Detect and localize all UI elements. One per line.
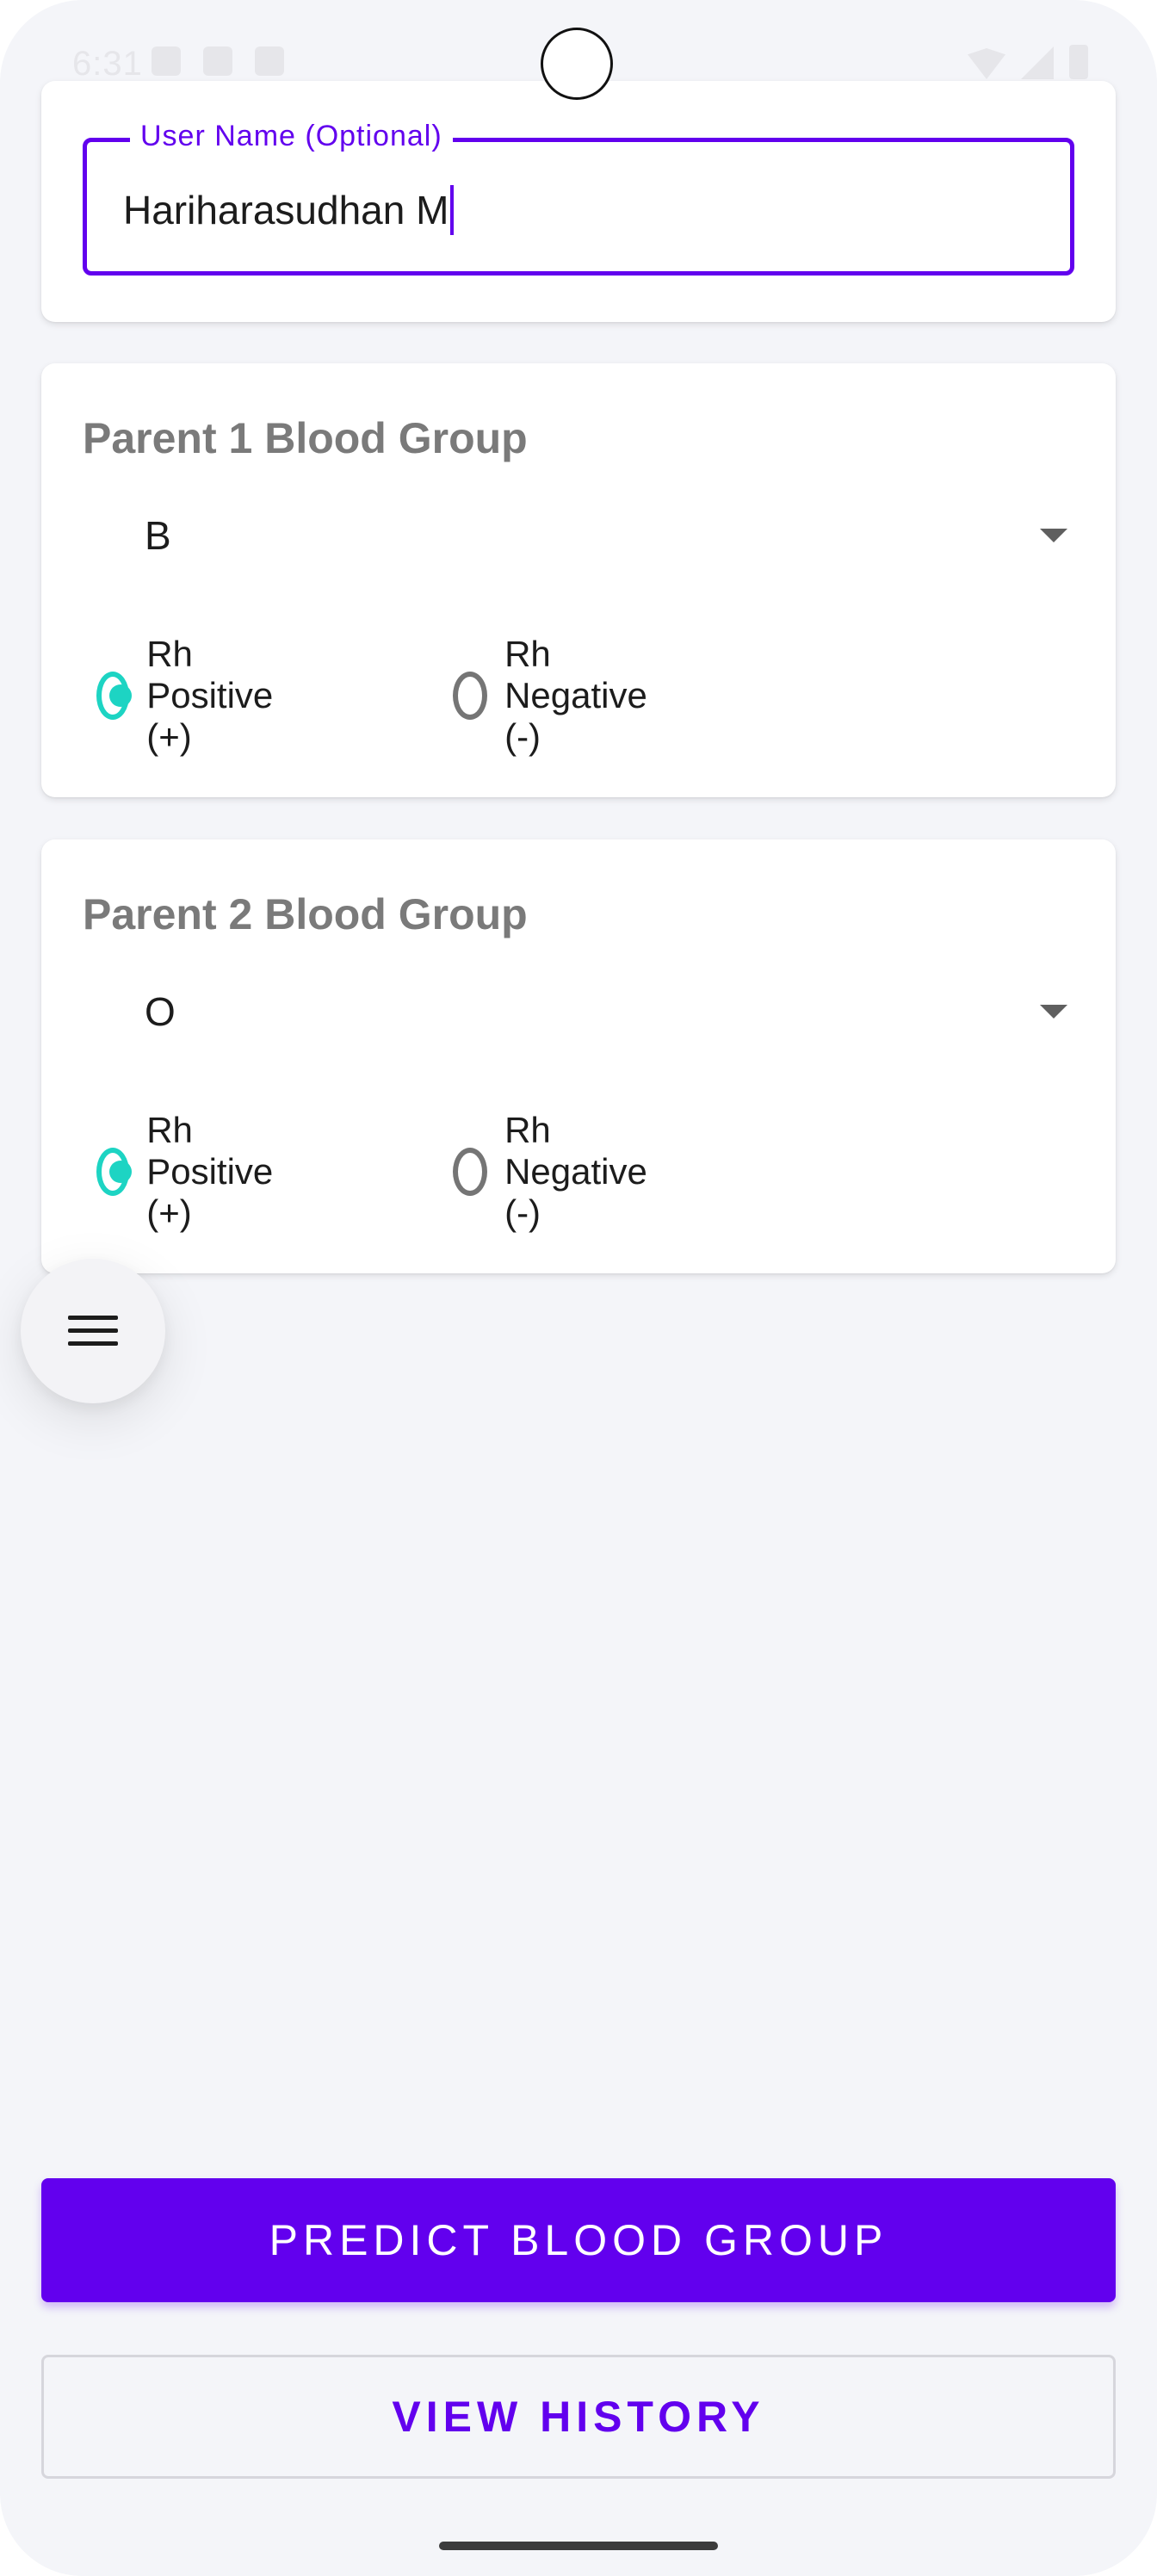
parent2-blood-group-value: O	[145, 989, 176, 1034]
menu-fab-button[interactable]	[21, 1259, 165, 1403]
camera-cutout	[541, 28, 613, 100]
parent1-blood-group-dropdown[interactable]: B	[83, 492, 1074, 579]
sd-card-icon	[255, 46, 284, 76]
parent2-card: Parent 2 Blood Group O Rh Positive (+) R…	[41, 839, 1116, 1273]
app-screen: 6:31 User Name (Optional) Hariharasudhan…	[0, 0, 1157, 2576]
home-indicator[interactable]	[439, 2542, 718, 2550]
radio-unchecked-icon[interactable]	[453, 1148, 488, 1196]
radio-checked-icon[interactable]	[96, 1148, 133, 1196]
user-name-value: Hariharasudhan M	[123, 188, 449, 232]
parent2-rh-negative-label: Rh Negative (-)	[504, 1110, 647, 1233]
user-name-input[interactable]: Hariharasudhan M	[123, 185, 455, 235]
radio-checked-icon[interactable]	[96, 672, 133, 720]
view-history-button[interactable]: VIEW HISTORY	[41, 2355, 1116, 2479]
parent1-blood-group-value: B	[145, 513, 171, 558]
parent1-rh-negative-label: Rh Negative (-)	[504, 634, 647, 757]
parent1-rh-positive-label: Rh Positive (+)	[146, 634, 274, 757]
dropdown-arrow-icon	[1040, 1005, 1067, 1019]
parent2-blood-group-dropdown[interactable]: O	[83, 969, 1074, 1055]
battery-icon	[1069, 45, 1088, 79]
user-name-field[interactable]: User Name (Optional) Hariharasudhan M	[83, 120, 1074, 276]
parent1-title: Parent 1 Blood Group	[83, 414, 528, 462]
parent1-rh-negative-radio[interactable]: Rh Negative (-)	[453, 634, 661, 757]
user-name-card: User Name (Optional) Hariharasudhan M	[41, 81, 1116, 322]
font-icon	[203, 46, 232, 76]
parent2-rh-positive-radio[interactable]: Rh Positive (+)	[96, 1110, 288, 1233]
shield-icon	[152, 46, 181, 76]
predict-blood-group-button[interactable]: PREDICT BLOOD GROUP	[41, 2178, 1116, 2302]
status-time: 6:31	[72, 45, 143, 83]
dropdown-arrow-icon	[1040, 529, 1067, 542]
parent2-title: Parent 2 Blood Group	[83, 890, 528, 938]
status-icons-left	[152, 46, 284, 76]
menu-icon	[68, 1312, 118, 1350]
signal-icon	[1021, 46, 1054, 79]
parent2-rh-negative-radio[interactable]: Rh Negative (-)	[453, 1110, 661, 1233]
parent1-card: Parent 1 Blood Group B Rh Positive (+) R…	[41, 363, 1116, 797]
radio-unchecked-icon[interactable]	[453, 672, 488, 720]
status-icons-right	[968, 45, 1088, 79]
text-cursor	[450, 185, 455, 235]
user-name-label: User Name (Optional)	[130, 120, 453, 153]
parent2-rh-positive-label: Rh Positive (+)	[146, 1110, 274, 1233]
parent1-rh-positive-radio[interactable]: Rh Positive (+)	[96, 634, 288, 757]
wifi-icon	[968, 48, 1005, 79]
